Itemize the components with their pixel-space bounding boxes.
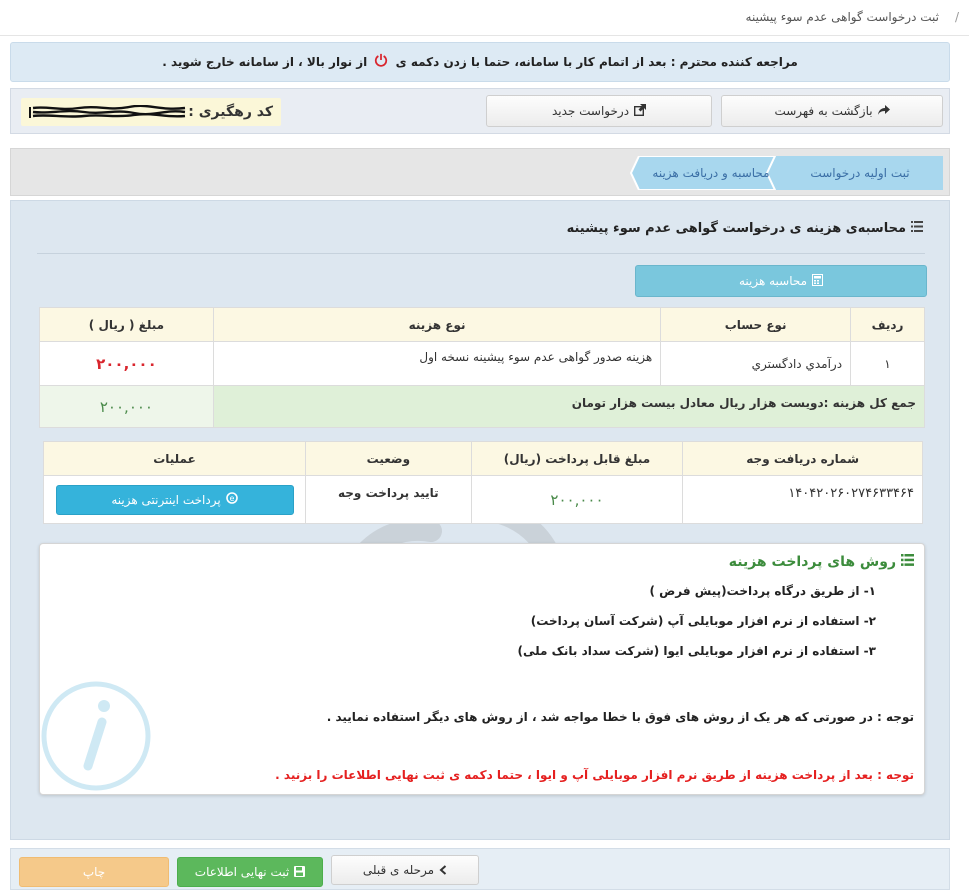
table-row: ۱ درآمدي دادگستري هزینه صدور گواهی عدم س…	[39, 341, 925, 386]
total-amount: ۲۰۰,۰۰۰	[39, 385, 214, 428]
back-to-list-label: بازگشت به فهرست	[774, 104, 873, 118]
redacted-tracking-number	[29, 105, 186, 118]
final-submit-label: ثبت نهایی اطلاعات	[194, 865, 290, 879]
breadcrumb-separator: /	[954, 10, 959, 24]
col-header-amount: مبلغ ( ریال )	[39, 307, 214, 342]
fee-calculation-title: محاسبه‌ی هزینه ی درخواست گواهی عدم سوء پ…	[567, 221, 923, 236]
payment-methods-box: روش های پرداخت هزینه ۱- از طریق درگاه پر…	[39, 543, 925, 795]
col-header-status: وضعیت	[305, 441, 472, 476]
col-header-payable: مبلغ قابل پرداخت (ریال)	[470, 441, 684, 476]
calculate-fee-button[interactable]: محاسبه هزینه	[635, 265, 927, 297]
external-link-icon	[634, 97, 647, 127]
print-label: چاپ	[82, 865, 106, 879]
cell-payable: ۲۰۰,۰۰۰	[470, 475, 684, 524]
list-icon	[901, 554, 914, 570]
col-header-account: نوع حساب	[660, 307, 852, 342]
breadcrumb-current: ثبت درخواست گواهی عدم سوء پیشینه	[745, 10, 939, 24]
cell-operations: e پرداخت اینترنتی هزینه	[43, 475, 306, 524]
previous-step-label: مرحله ی قبلی	[362, 863, 435, 877]
cell-cost-type: هزینه صدور گواهی عدم سوء پیشینه نسخه اول	[212, 341, 662, 386]
payment-table: شماره دریافت وجه مبلغ قابل پرداخت (ریال)…	[43, 441, 923, 524]
payment-methods-title-text: روش های پرداخت هزینه	[728, 554, 896, 570]
final-submit-button[interactable]: ثبت نهایی اطلاعات	[177, 857, 323, 887]
divider	[37, 253, 925, 254]
power-icon	[374, 44, 388, 82]
cell-amount: ۲۰۰,۰۰۰	[39, 341, 214, 386]
cell-account: درآمدي دادگستري	[660, 341, 852, 386]
cost-table: ردیف نوع حساب نوع هزینه مبلغ ( ریال ) ۱ …	[39, 307, 926, 428]
cell-status: تایید پرداخت وجه	[305, 475, 472, 524]
step-initial-registration[interactable]: ثبت اولیه درخواست	[785, 156, 935, 190]
breadcrumb: / ثبت درخواست گواهی عدم سوء پیشینه	[0, 0, 969, 36]
cell-receipt-no: ۱۴۰۴۲۰۲۶۰۲۷۴۶۳۳۴۶۴	[682, 475, 923, 524]
step-calculate-fee[interactable]: محاسبه و دریافت هزینه	[641, 156, 781, 190]
main-panel: محاسبه‌ی هزینه ی درخواست گواهی عدم سوء پ…	[10, 200, 950, 840]
online-payment-button[interactable]: e پرداخت اینترنتی هزینه	[55, 484, 294, 515]
back-to-list-button[interactable]: بازگشت به فهرست	[721, 95, 943, 127]
action-bar: بازگشت به فهرست درخواست جدید کد رهگیری :	[10, 88, 950, 134]
payment-method-2: ۲- استفاده از نرم افزار موبایلی آپ (شرکت…	[530, 614, 876, 628]
total-row: جمع کل هزینه :دویست هزار ریال معادل بیست…	[39, 385, 926, 428]
col-header-row: ردیف	[850, 307, 925, 342]
calculator-icon	[812, 267, 824, 297]
new-request-button[interactable]: درخواست جدید	[486, 95, 712, 127]
new-request-label: درخواست جدید	[551, 104, 630, 118]
print-button[interactable]: چاپ	[19, 857, 169, 887]
table-row: ۱۴۰۴۲۰۲۶۰۲۷۴۶۳۳۴۶۴ ۲۰۰,۰۰۰ تایید پرداخت …	[43, 475, 923, 524]
final-submit-warning: توجه : بعد از پرداخت هزینه از طریق نرم ا…	[275, 768, 914, 782]
col-header-cost-type: نوع هزینه	[212, 307, 662, 342]
tracking-code-label: کد رهگیری :	[188, 104, 273, 120]
tracking-code: کد رهگیری :	[21, 98, 281, 126]
previous-step-button[interactable]: مرحله ی قبلی	[331, 855, 479, 885]
info-icon	[41, 681, 151, 791]
col-header-receipt-no: شماره دریافت وجه	[682, 441, 923, 476]
notice-text-1: مراجعه کننده محترم : بعد از اتمام کار با…	[395, 55, 798, 69]
payment-methods-title: روش های پرداخت هزینه	[729, 554, 914, 570]
payment-method-3: ۳- استفاده از نرم افزار موبایلی ایوا (شر…	[517, 644, 877, 658]
logout-notice: مراجعه کننده محترم : بعد از اتمام کار با…	[10, 42, 950, 82]
notice-text-2: از نوار بالا ، از سامانه خارج شوید .	[162, 55, 368, 69]
bottom-bar: مرحله ی قبلی ثبت نهایی اطلاعات چاپ	[10, 848, 950, 890]
error-fallback-note: توجه : در صورتی که هر یک از روش های فوق …	[326, 710, 914, 724]
total-label: جمع کل هزینه :دویست هزار ریال معادل بیست…	[212, 385, 926, 428]
save-icon	[294, 859, 306, 887]
col-header-operations: عملیات	[43, 441, 306, 476]
wizard-steps: ثبت اولیه درخواست محاسبه و دریافت هزینه	[10, 148, 950, 196]
svg-text:e: e	[229, 494, 234, 503]
chevron-left-icon	[439, 857, 447, 885]
share-arrow-icon	[877, 97, 890, 127]
payment-icon: e	[225, 486, 238, 514]
online-payment-label: پرداخت اینترنتی هزینه	[111, 492, 221, 507]
fee-calculation-title-text: محاسبه‌ی هزینه ی درخواست گواهی عدم سوء پ…	[566, 221, 906, 236]
cell-row: ۱	[850, 341, 925, 386]
payment-method-1: ۱- از طریق درگاه پرداخت(پیش فرض )	[649, 584, 876, 598]
list-icon	[911, 221, 923, 236]
calculate-fee-label: محاسبه هزینه	[738, 274, 808, 288]
